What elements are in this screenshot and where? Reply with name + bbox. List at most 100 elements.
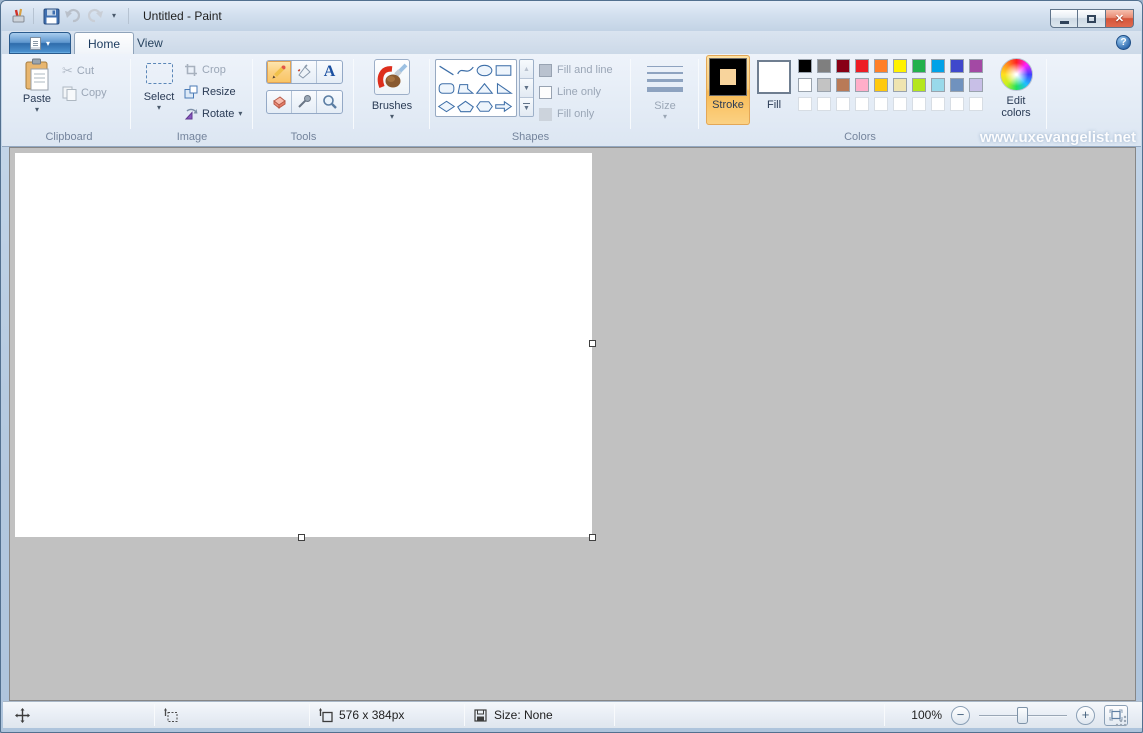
undo-button[interactable] [62,6,84,26]
zoom-in-button[interactable]: + [1076,706,1095,725]
color-swatch[interactable] [798,78,812,92]
color-swatch[interactable] [969,59,983,73]
fill-with-color-tool-button[interactable] [292,61,317,83]
cursor-position-icon [15,708,30,723]
color-swatch[interactable] [836,59,850,73]
resize-label: Resize [202,86,236,98]
shape-rectangle-icon[interactable] [494,61,513,79]
plus-icon: + [1082,707,1090,722]
color-swatch[interactable] [893,59,907,73]
color-swatch[interactable] [950,78,964,92]
shape-line-icon[interactable] [437,61,456,79]
drawing-canvas[interactable] [15,153,592,537]
color-swatch-empty[interactable] [950,97,964,111]
tab-view[interactable]: View [124,32,176,54]
shape-arrow-right-icon[interactable] [494,97,513,115]
shape-curve-icon[interactable] [456,61,475,79]
pencil-tool-button[interactable] [267,61,292,83]
shape-rounded-rectangle-icon[interactable] [437,79,456,97]
crop-button[interactable]: Crop [184,61,226,79]
eraser-icon [270,93,288,111]
color-swatch[interactable] [874,59,888,73]
color-swatch[interactable] [817,78,831,92]
redo-button[interactable] [84,6,106,26]
cut-icon: ✂ [62,63,73,79]
shape-polygon-icon[interactable] [456,79,475,97]
color-swatch-empty[interactable] [874,97,888,111]
canvas-resize-handle-bottom[interactable] [298,534,305,541]
color-swatch[interactable] [912,78,926,92]
color-swatch[interactable] [912,59,926,73]
color-swatch[interactable] [950,59,964,73]
zoom-slider[interactable] [979,706,1067,725]
text-tool-button[interactable]: A [317,61,342,83]
customize-quick-access-button[interactable]: ▾ [106,6,122,26]
color-swatch-empty[interactable] [836,97,850,111]
resize-button[interactable]: Resize [184,83,236,101]
minimize-button[interactable] [1050,9,1078,28]
shape-triangle-icon[interactable] [475,79,494,97]
color-picker-tool-button[interactable] [292,91,317,113]
color-swatch[interactable] [855,78,869,92]
line-only-option[interactable]: Line only [539,84,601,100]
color-swatch-empty[interactable] [912,97,926,111]
rotate-button[interactable]: Rotate ▾ [184,105,242,123]
fill-color-button[interactable]: Fill [754,55,794,125]
shapes-scroll-down-button[interactable]: ▼ [520,79,533,98]
zoom-out-button[interactable]: − [951,706,970,725]
save-button[interactable] [40,6,62,26]
color-swatch[interactable] [969,78,983,92]
color-swatch[interactable] [893,78,907,92]
title-bar: ▾ Untitled - Paint ✕ [1,1,1142,31]
shape-right-triangle-icon[interactable] [494,79,513,97]
color-swatch-empty[interactable] [893,97,907,111]
zoom-slider-thumb[interactable] [1017,707,1028,724]
eraser-tool-button[interactable] [267,91,292,113]
maximize-button[interactable] [1078,9,1106,28]
color-swatch-empty[interactable] [855,97,869,111]
color-swatch[interactable] [836,78,850,92]
resize-grip[interactable] [1115,715,1127,727]
color-swatch[interactable] [798,59,812,73]
help-button[interactable]: ? [1116,35,1131,50]
copy-label: Copy [81,87,107,99]
shape-pentagon-icon[interactable] [456,97,475,115]
triangle-up-icon: ▲ [523,66,530,73]
size-button[interactable]: Size ▾ [645,56,685,121]
rotate-icon [184,107,198,121]
paint-app-icon[interactable] [10,8,27,25]
color-swatch-empty[interactable] [798,97,812,111]
color-swatch[interactable] [855,59,869,73]
shape-hexagon-icon[interactable] [475,97,494,115]
canvas-resize-handle-right[interactable] [589,340,596,347]
cut-button[interactable]: ✂ Cut [62,62,94,80]
stroke-color-button[interactable]: Stroke [706,55,750,125]
paste-button[interactable]: Paste ▾ [16,56,58,114]
brushes-button[interactable]: Brushes ▾ [369,57,415,121]
color-swatch[interactable] [931,78,945,92]
paint-menu-button[interactable]: ▾ [9,32,71,54]
workspace [9,147,1136,701]
color-swatch[interactable] [817,59,831,73]
shape-diamond-icon[interactable] [437,97,456,115]
shapes-scroll-up-button[interactable]: ▲ [520,60,533,79]
rotate-label: Rotate [202,108,234,120]
shape-ellipse-icon[interactable] [475,61,494,79]
color-swatch-empty[interactable] [931,97,945,111]
selection-size-icon [163,708,178,723]
color-swatch-empty[interactable] [817,97,831,111]
fill-and-line-option[interactable]: Fill and line [539,62,613,78]
canvas-resize-handle-corner[interactable] [589,534,596,541]
magnifier-tool-button[interactable] [317,91,342,113]
paste-icon [24,58,51,91]
color-swatch[interactable] [874,78,888,92]
fill-only-option[interactable]: Fill only [539,106,594,122]
fill-and-line-icon [539,64,552,77]
color-swatch-empty[interactable] [969,97,983,111]
color-swatch[interactable] [931,59,945,73]
select-button[interactable]: Select ▾ [138,56,180,112]
edit-colors-button[interactable]: Edit colors [992,56,1040,119]
copy-button[interactable]: Copy [62,84,107,102]
close-button[interactable]: ✕ [1106,9,1134,28]
shapes-gallery-more-button[interactable]: ▼ [520,98,533,116]
